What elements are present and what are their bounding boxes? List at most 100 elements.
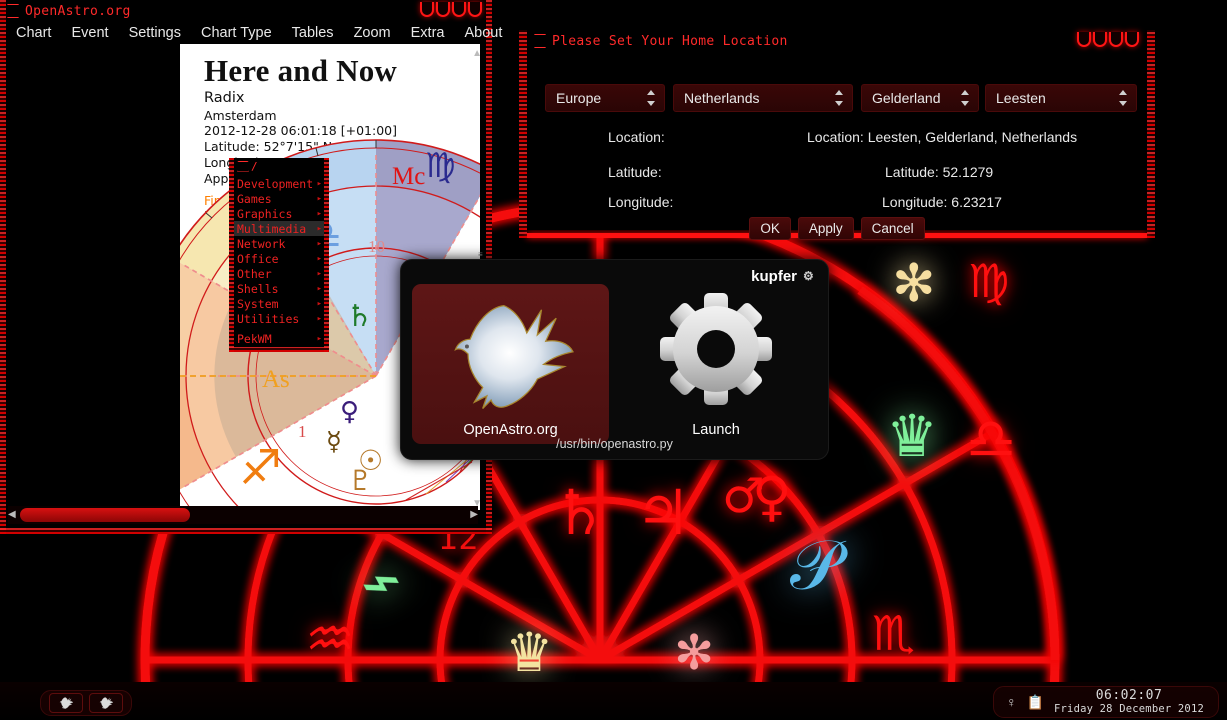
vscroll-up-arrow[interactable]: ▲ — [472, 48, 482, 59]
iconify-button[interactable] — [1077, 32, 1091, 47]
menu-item-multimedia[interactable]: Multimedia ▸ — [234, 221, 324, 236]
menu-item-shells[interactable]: Shells ▸ — [234, 281, 324, 296]
kupfer-brand: kupfer ⚙ — [751, 268, 814, 285]
submenu-arrow-icon: ▸ — [316, 333, 322, 344]
wallpaper-glyph-mars: ♂ — [722, 468, 766, 524]
kupfer-brand-text: kupfer — [751, 268, 797, 285]
location-value: Location: Leesten, Gelderland, Netherlan… — [807, 129, 1078, 145]
continent-value: Europe — [556, 90, 602, 106]
menu-chart-type[interactable]: Chart Type — [191, 25, 282, 41]
wallpaper-glow-sun-yellow: ✻ — [892, 255, 936, 313]
ok-button[interactable]: OK — [749, 217, 791, 240]
menu-chart[interactable]: Chart — [6, 25, 61, 41]
spin-arrows-icon[interactable] — [961, 89, 970, 107]
menu-item-office[interactable]: Office ▸ — [234, 251, 324, 266]
kupfer-object-pane[interactable]: OpenAstro.org — [412, 284, 609, 444]
submenu-arrow-icon: ▸ — [316, 253, 322, 264]
window-menu-icon[interactable] — [6, 4, 20, 18]
openastro-menubar[interactable]: Chart Event Settings Chart Type Tables Z… — [6, 22, 502, 44]
kupfer-window[interactable]: kupfer ⚙ OpenAstro.org Launch /usr/bin/o… — [400, 259, 829, 460]
close-button[interactable] — [1125, 32, 1139, 47]
menu-extra[interactable]: Extra — [401, 25, 455, 41]
spin-arrows-icon[interactable] — [835, 89, 844, 107]
dialog-button-row: OK Apply Cancel — [527, 217, 1147, 240]
dialog-window-buttons[interactable] — [1077, 32, 1139, 47]
menu-item-pekwm[interactable]: PekWM ▸ — [234, 331, 324, 346]
iconify-button[interactable] — [420, 2, 434, 17]
continent-select[interactable]: Europe — [545, 84, 665, 112]
submenu-arrow-icon: ▸ — [316, 268, 322, 279]
menu-item-network[interactable]: Network ▸ — [234, 236, 324, 251]
menu-item-other[interactable]: Other ▸ — [234, 266, 324, 281]
hscroll-right-arrow[interactable]: ▶ — [470, 509, 478, 520]
taskbar-task-list[interactable] — [40, 690, 132, 716]
wallpaper-glow-swirl-blue: 𝒫 — [790, 526, 841, 604]
city-value: Leesten — [996, 90, 1046, 106]
task-openastro-2[interactable] — [89, 693, 123, 713]
openastro-titlebar[interactable]: OpenAstro.org — [0, 0, 440, 22]
latitude-label: Latitude: — [608, 164, 662, 180]
home-location-dialog[interactable]: Please Set Your Home Location Europe Net… — [519, 30, 1155, 240]
window-border-bottom — [0, 528, 492, 534]
hscroll-left-arrow[interactable]: ◀ — [8, 509, 16, 520]
menu-item-graphics[interactable]: Graphics ▸ — [234, 206, 324, 221]
desktop-root: ♍ ♎ ♄ ♃ ♀ ♂ ♒ ♏ 12 ✻ ♛ ♛ ✻ ⌁ 𝒫 OpenAstro… — [0, 0, 1227, 720]
apply-button[interactable]: Apply — [797, 217, 854, 240]
kupfer-path-text: /usr/bin/openastro.py — [556, 437, 673, 451]
latitude-value: Latitude: 52.1279 — [885, 164, 994, 180]
menu-item-label: Office — [237, 251, 279, 266]
chart-planet-venus: ♀ — [340, 397, 360, 427]
province-select[interactable]: Gelderland — [861, 84, 979, 112]
chart-label-as: As — [262, 366, 290, 393]
maximize-button[interactable] — [1093, 32, 1107, 47]
taskbar-clock[interactable]: 06:02:07 Friday 28 December 2012 — [1054, 688, 1204, 716]
country-select[interactable]: Netherlands — [673, 84, 853, 112]
dialog-titlebar[interactable]: Please Set Your Home Location — [527, 30, 1047, 52]
shade-button[interactable] — [1109, 32, 1123, 47]
dialog-title-text: Please Set Your Home Location — [552, 33, 788, 49]
maximize-button[interactable] — [436, 2, 450, 17]
close-button[interactable] — [468, 2, 482, 17]
menu-item-label: Graphics — [237, 206, 293, 221]
chart-planet-mercury: ☿ — [326, 427, 342, 457]
clipboard-tray-icon[interactable]: 📋 — [1027, 694, 1044, 711]
menu-item-label: Network — [237, 236, 286, 251]
hscroll-thumb[interactable] — [20, 508, 190, 522]
wallpaper-glyph-jupiter: ♃ — [635, 476, 691, 549]
taskbar[interactable]: ♀ 📋 06:02:07 Friday 28 December 2012 — [0, 682, 1227, 720]
menu-event[interactable]: Event — [61, 25, 118, 41]
taskbar-tray[interactable]: ♀ 📋 06:02:07 Friday 28 December 2012 — [993, 686, 1219, 718]
city-select[interactable]: Leesten — [985, 84, 1137, 112]
openastro-window-buttons[interactable] — [420, 2, 482, 17]
root-menu-list[interactable]: Development ▸ Games ▸ Graphics ▸ Multime… — [234, 176, 324, 346]
root-menu-titlebar[interactable]: / — [229, 158, 324, 174]
menu-about[interactable]: About — [454, 25, 512, 41]
dialog-border-right — [1147, 30, 1155, 238]
menu-zoom[interactable]: Zoom — [344, 25, 401, 41]
root-menu-title-text: / — [251, 159, 258, 173]
pekwm-root-menu[interactable]: / Development ▸ Games ▸ Graphics ▸ Multi… — [229, 158, 329, 352]
venus-tray-icon[interactable]: ♀ — [1006, 694, 1017, 710]
menu-item-utilities[interactable]: Utilities ▸ — [234, 311, 324, 326]
chart-house-10: 10 — [368, 237, 385, 256]
menu-item-label: System — [237, 296, 279, 311]
submenu-arrow-icon: ▸ — [316, 313, 322, 324]
cancel-button[interactable]: Cancel — [860, 217, 925, 240]
gear-icon[interactable]: ⚙ — [803, 270, 814, 282]
menu-item-label: Multimedia — [237, 221, 307, 236]
dialog-window-icon[interactable] — [533, 34, 547, 48]
spin-arrows-icon[interactable] — [1119, 89, 1128, 107]
openastro-hscrollbar[interactable]: ◀ ▶ — [8, 506, 478, 524]
country-value: Netherlands — [684, 90, 760, 106]
menu-settings[interactable]: Settings — [119, 25, 191, 41]
openastro-eagle-icon — [99, 697, 113, 709]
task-openastro-1[interactable] — [49, 693, 83, 713]
menu-item-development[interactable]: Development ▸ — [234, 176, 324, 191]
menu-window-icon — [236, 161, 247, 172]
menu-tables[interactable]: Tables — [282, 25, 344, 41]
spin-arrows-icon[interactable] — [647, 89, 656, 107]
menu-item-system[interactable]: System ▸ — [234, 296, 324, 311]
kupfer-action-pane[interactable]: Launch — [626, 284, 806, 444]
menu-item-games[interactable]: Games ▸ — [234, 191, 324, 206]
shade-button[interactable] — [452, 2, 466, 17]
